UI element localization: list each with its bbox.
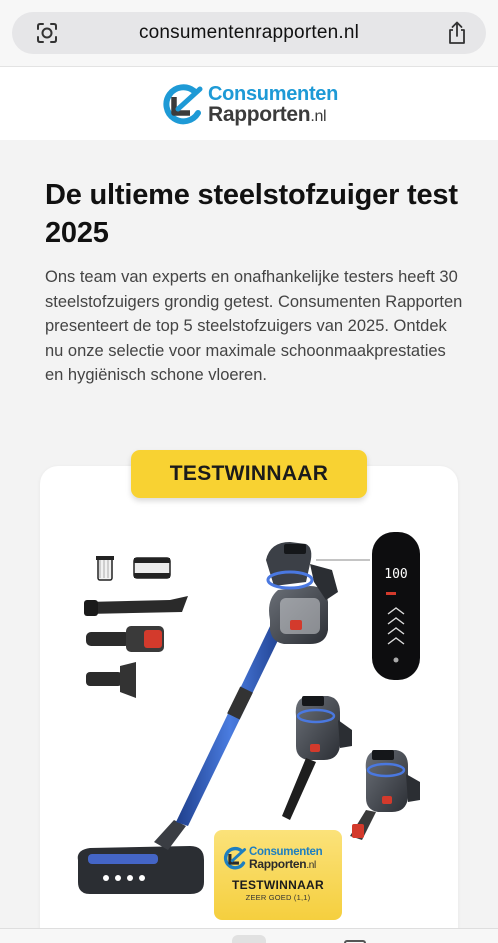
browser-bottom-toolbar	[0, 928, 498, 943]
share-icon[interactable]	[446, 21, 468, 45]
url-text[interactable]: consumentenrapporten.nl	[12, 12, 486, 54]
vacuum-handheld-mode-2	[350, 750, 420, 840]
accessories	[84, 556, 188, 698]
seal-title: TESTWINNAAR	[232, 878, 324, 892]
intro-paragraph: Ons team van experts en onafhankelijke t…	[45, 268, 463, 385]
page-title: De ultieme steelstofzuiger test 2025	[45, 179, 458, 249]
address-bar[interactable]: consumentenrapporten.nl	[12, 12, 486, 54]
logo-tld: .nl	[310, 108, 327, 125]
vacuum-handheld-mode-1	[282, 696, 352, 820]
browser-toolbar: consumentenrapporten.nl	[0, 0, 498, 66]
vacuum-display-panel: 100	[372, 532, 420, 680]
award-seal: Consumenten Rapporten.nl TESTWINNAAR ZEE…	[214, 830, 342, 920]
tab-switch-handle[interactable]	[232, 935, 266, 943]
logo-mark-icon	[163, 84, 203, 125]
seal-score: ZEER GOED (1,1)	[245, 893, 311, 902]
site-header: Consumenten Rapporten.nl	[0, 66, 498, 140]
seal-logo-mark-icon	[223, 846, 247, 870]
seal-logo-tld: .nl	[306, 860, 316, 871]
testwinnaar-badge: TESTWINNAAR	[131, 450, 367, 498]
seal-logo: Consumenten Rapporten.nl	[222, 846, 338, 872]
site-logo[interactable]: Consumenten Rapporten.nl	[160, 81, 350, 127]
seal-logo-text-rapporten: Rapporten.nl	[249, 857, 316, 871]
display-reading: 100	[384, 567, 407, 582]
logo-text-rapporten: Rapporten.nl	[208, 103, 327, 126]
